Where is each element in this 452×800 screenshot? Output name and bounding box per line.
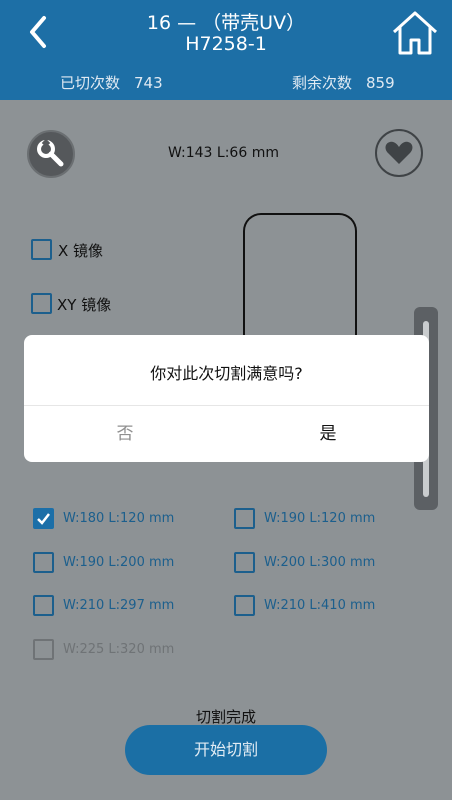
checkmark-icon <box>37 513 50 525</box>
size-option-label: W:225 L:320 mm <box>63 642 175 657</box>
mirror-xy-checkbox[interactable] <box>31 293 52 314</box>
remaining-count-stat: 剩余次数 859 <box>292 72 395 93</box>
cut-count-value: 743 <box>134 74 163 92</box>
page-title: 16 — （带壳UV） <box>146 12 306 34</box>
size-option-checkbox[interactable] <box>33 639 54 660</box>
cut-preview-outline <box>243 213 357 343</box>
size-option-checkbox[interactable] <box>234 552 255 573</box>
start-cut-button[interactable]: 开始切割 <box>125 725 327 775</box>
size-option-label: W:190 L:120 mm <box>264 511 376 526</box>
mirror-xy-label: XY 镜像 <box>57 296 112 314</box>
size-option-checkbox[interactable] <box>234 508 255 529</box>
home-icon <box>392 11 438 55</box>
home-button[interactable] <box>390 8 440 58</box>
dialog-message: 你对此次切割满意吗? <box>150 364 303 383</box>
cut-count-label: 已切次数 <box>60 74 121 92</box>
tools-button[interactable] <box>27 130 75 178</box>
size-option-checkbox[interactable] <box>33 595 54 616</box>
wrench-icon <box>37 138 64 167</box>
yes-button[interactable]: 是 <box>227 406 429 462</box>
current-size-label: W:143 L:66 mm <box>168 145 279 161</box>
size-option-label: W:190 L:200 mm <box>63 555 175 570</box>
top-bar: 16 — （带壳UV） H7258-1 已切次数 743 剩余次数 859 <box>0 0 452 100</box>
remaining-value: 859 <box>366 74 395 92</box>
size-option-label: W:180 L:120 mm <box>63 511 175 526</box>
status-text: 切割完成 <box>195 708 256 726</box>
size-option-checkbox[interactable] <box>33 508 54 529</box>
mirror-x-checkbox[interactable] <box>31 239 52 260</box>
size-option-label: W:200 L:300 mm <box>264 555 376 570</box>
favorite-button[interactable] <box>375 129 423 177</box>
page-subtitle: H7258-1 <box>185 33 267 55</box>
no-button[interactable]: 否 <box>24 406 226 462</box>
size-option-checkbox[interactable] <box>33 552 54 573</box>
remaining-label: 剩余次数 <box>292 74 353 92</box>
mirror-x-label: X 镜像 <box>58 242 104 260</box>
satisfaction-dialog: 你对此次切割满意吗? 否 是 <box>24 335 429 462</box>
size-option-label: W:210 L:410 mm <box>264 598 376 613</box>
size-option-checkbox[interactable] <box>234 595 255 616</box>
size-option-label: W:210 L:297 mm <box>63 598 175 613</box>
heart-icon <box>385 141 413 164</box>
cut-count-stat: 已切次数 743 <box>60 72 163 93</box>
